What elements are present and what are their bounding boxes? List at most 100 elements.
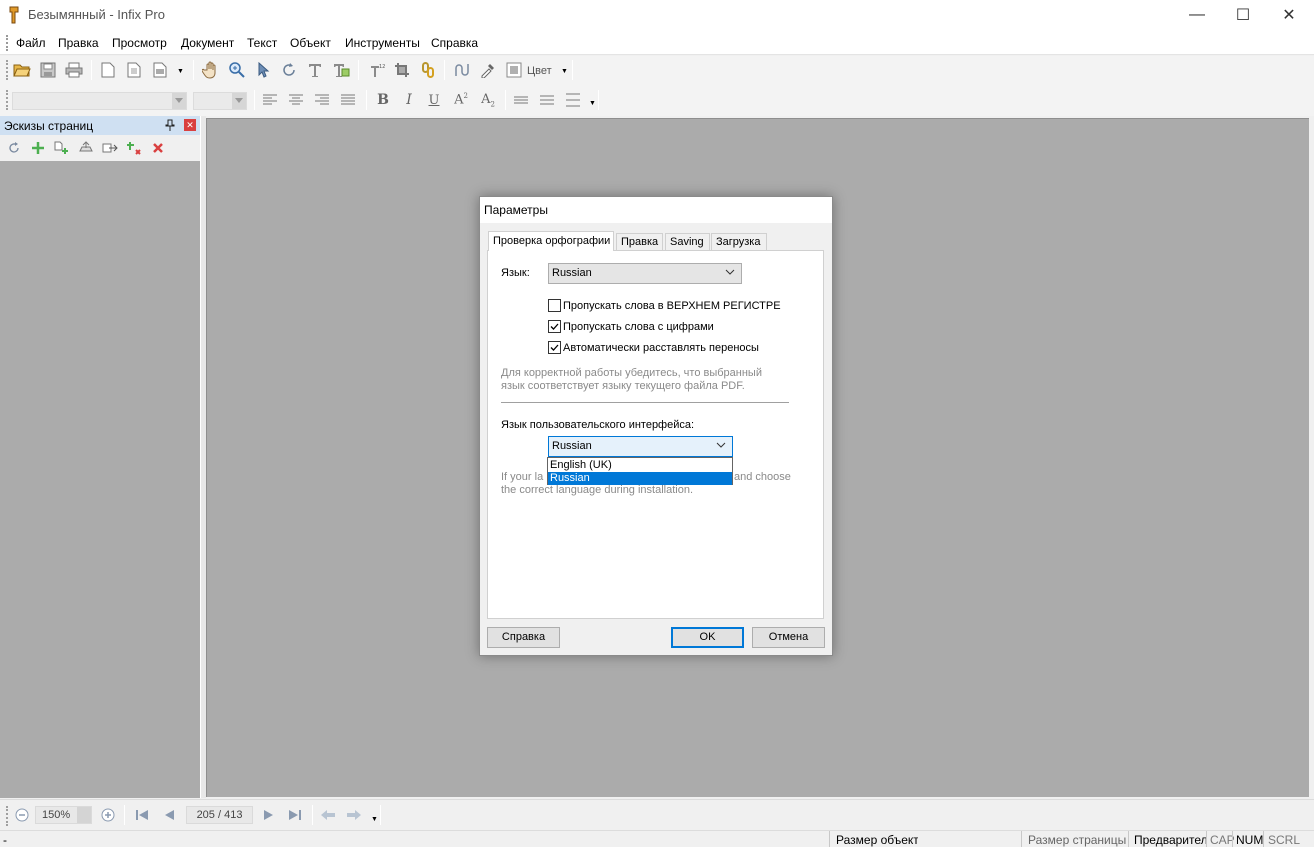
hand-tool-icon[interactable]	[200, 59, 222, 81]
thumbnails-area[interactable]	[0, 161, 200, 798]
align-center-icon[interactable]	[285, 89, 307, 111]
text-numbering-icon[interactable]: 123	[366, 59, 388, 81]
zoom-select[interactable]: 150%	[35, 806, 92, 824]
toolbar-dropdown-arrow-icon[interactable]: ▼	[177, 68, 184, 75]
link-icon[interactable]	[417, 59, 439, 81]
superscript-icon[interactable]: A2	[450, 89, 472, 111]
save-icon[interactable]	[37, 59, 59, 81]
justify-icon[interactable]	[337, 89, 359, 111]
line-spacing-medium-icon[interactable]	[536, 89, 558, 111]
rotate-page-icon[interactable]	[7, 141, 21, 158]
select-arrow-icon[interactable]	[252, 59, 274, 81]
toolbar-separator	[254, 90, 255, 110]
toolbar-separator	[358, 60, 359, 80]
open-icon[interactable]	[11, 59, 33, 81]
close-button[interactable]: ✕	[1266, 0, 1312, 30]
previous-page-icon[interactable]	[161, 807, 177, 823]
delete-selected-pages-icon[interactable]	[126, 141, 142, 158]
subscript-icon[interactable]: A2	[477, 89, 499, 111]
align-left-icon[interactable]	[259, 89, 281, 111]
toolbar-grip[interactable]	[6, 60, 8, 80]
help-button[interactable]: Справка	[487, 627, 560, 648]
crop-icon[interactable]	[391, 59, 413, 81]
insert-page-icon[interactable]	[54, 141, 70, 158]
back-icon[interactable]	[320, 807, 336, 823]
ui-hint-line2: the correct language during installation…	[501, 484, 694, 496]
last-page-icon[interactable]	[287, 807, 303, 823]
maximize-button[interactable]: ☐	[1220, 0, 1266, 30]
page-properties-icon[interactable]	[123, 59, 145, 81]
path-tool-icon[interactable]	[451, 59, 473, 81]
font-family-select[interactable]	[12, 92, 187, 110]
menubar-grip[interactable]	[6, 35, 8, 51]
menu-file[interactable]: Файл	[16, 36, 46, 50]
toolbar-separator	[91, 60, 92, 80]
menu-object[interactable]: Объект	[290, 36, 331, 50]
zoom-in-icon[interactable]	[100, 807, 116, 823]
ui-language-dropdown-list: English (UK) Russian	[547, 457, 733, 485]
minimize-button[interactable]: —	[1174, 0, 1220, 30]
pin-icon[interactable]	[165, 119, 177, 131]
format-dropdown-arrow-icon[interactable]: ▼	[589, 100, 596, 107]
auto-hyphenation-label[interactable]: Автоматически расставлять переносы	[563, 342, 759, 354]
underline-icon[interactable]: U	[423, 89, 445, 111]
tab-loading[interactable]: Загрузка	[711, 233, 767, 250]
navbar-grip[interactable]	[6, 806, 8, 826]
menu-help[interactable]: Справка	[431, 36, 478, 50]
menu-tools[interactable]: Инструменты	[345, 36, 420, 50]
text-frame-icon[interactable]	[330, 59, 352, 81]
extract-page-icon[interactable]	[78, 141, 94, 158]
tab-spelling[interactable]: Проверка орфографии	[488, 231, 614, 251]
menu-document[interactable]: Документ	[181, 36, 234, 50]
skip-uppercase-label[interactable]: Пропускать слова в ВЕРХНЕМ РЕГИСТРЕ	[563, 300, 781, 312]
options-dialog: Параметры Проверка орфографии Правка Sav…	[479, 196, 833, 656]
dialog-title-bar: Параметры	[480, 197, 832, 223]
next-page-icon[interactable]	[261, 807, 277, 823]
color-swatch-icon[interactable]	[503, 59, 525, 81]
skip-digits-label[interactable]: Пропускать слова с цифрами	[563, 321, 714, 333]
align-right-icon[interactable]	[311, 89, 333, 111]
ui-language-select-value: Russian	[552, 440, 592, 452]
add-page-icon[interactable]	[31, 141, 45, 158]
cancel-button[interactable]: Отмена	[752, 627, 825, 648]
line-spacing-single-icon[interactable]	[510, 89, 532, 111]
page-layout-icon[interactable]	[149, 59, 171, 81]
italic-icon[interactable]: I	[398, 89, 420, 111]
font-size-select[interactable]	[193, 92, 247, 110]
new-page-icon[interactable]	[97, 59, 119, 81]
auto-hyphenation-checkbox[interactable]	[548, 341, 561, 354]
dropdown-option-english-uk[interactable]: English (UK)	[548, 459, 732, 472]
delete-page-icon[interactable]	[152, 142, 164, 157]
menu-edit[interactable]: Правка	[58, 36, 99, 50]
zoom-out-icon[interactable]	[14, 807, 30, 823]
panel-close-icon[interactable]: ✕	[184, 119, 196, 131]
line-spacing-double-icon[interactable]	[562, 89, 584, 111]
text-tool-icon[interactable]	[304, 59, 326, 81]
dropdown-option-russian[interactable]: Russian	[548, 472, 732, 485]
status-separator	[1128, 831, 1129, 847]
tab-saving[interactable]: Saving	[665, 233, 710, 250]
divider	[501, 402, 789, 403]
ui-language-select[interactable]: Russian	[548, 436, 733, 457]
menu-view[interactable]: Просмотр	[112, 36, 167, 50]
menu-text[interactable]: Текст	[247, 36, 277, 50]
page-number-field[interactable]: 205 / 413	[186, 806, 253, 824]
tab-editing[interactable]: Правка	[616, 233, 663, 250]
move-page-icon[interactable]	[102, 141, 118, 158]
color-dropdown-arrow-icon[interactable]: ▼	[561, 68, 568, 75]
nav-dropdown-arrow-icon[interactable]: ▼	[371, 816, 378, 823]
bold-icon[interactable]: B	[372, 89, 394, 111]
color-label[interactable]: Цвет	[527, 65, 552, 77]
skip-digits-checkbox[interactable]	[548, 320, 561, 333]
zoom-tool-icon[interactable]	[226, 59, 248, 81]
toolbar-grip[interactable]	[6, 90, 8, 110]
print-icon[interactable]	[63, 59, 85, 81]
toolbar-separator	[193, 60, 194, 80]
skip-uppercase-checkbox[interactable]	[548, 299, 561, 312]
first-page-icon[interactable]	[134, 807, 150, 823]
rotate-icon[interactable]	[278, 59, 300, 81]
ok-button[interactable]: OK	[671, 627, 744, 648]
forward-icon[interactable]	[346, 807, 362, 823]
eyedropper-icon[interactable]	[477, 59, 499, 81]
language-select[interactable]: Russian	[548, 263, 742, 284]
